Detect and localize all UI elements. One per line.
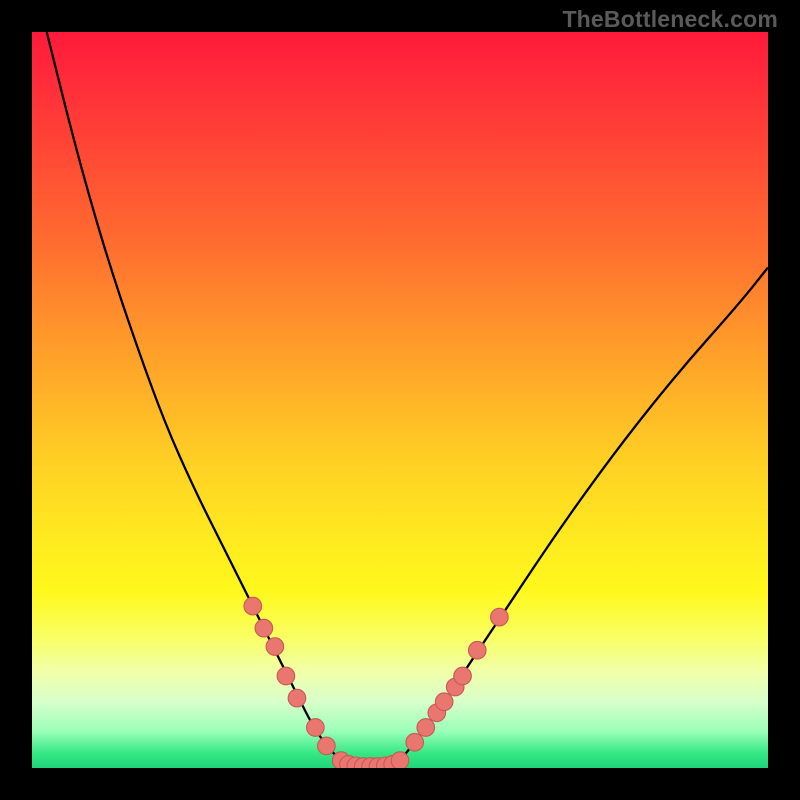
marker-dot — [266, 638, 284, 656]
curve-svg — [32, 32, 768, 768]
marker-dot — [468, 641, 486, 659]
chart-frame: TheBottleneck.com — [0, 0, 800, 800]
marker-dot — [307, 719, 325, 737]
marker-dot — [244, 597, 262, 615]
marker-dot — [318, 737, 336, 755]
marker-dot — [491, 608, 509, 626]
marker-dot — [454, 667, 472, 685]
watermark-text: TheBottleneck.com — [562, 6, 778, 33]
curve-left — [47, 32, 341, 761]
marker-dot — [277, 667, 295, 685]
marker-dot — [435, 693, 453, 711]
plot-area — [32, 32, 768, 768]
marker-dot — [288, 689, 306, 707]
marker-dot — [255, 619, 273, 637]
marker-dot — [406, 733, 424, 751]
marker-dot — [417, 719, 435, 737]
marker-group — [244, 597, 508, 768]
marker-dot — [391, 752, 409, 768]
